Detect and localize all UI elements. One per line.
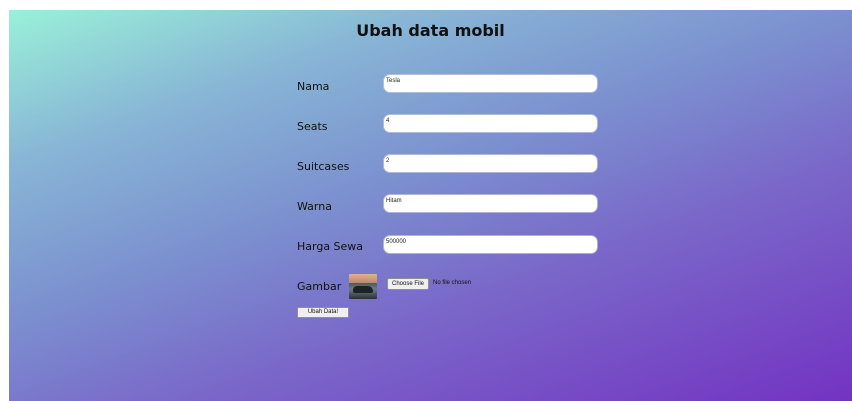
label-nama: Nama — [297, 80, 330, 93]
submit-button[interactable]: Ubah Data! — [297, 307, 349, 318]
car-image-thumbnail — [349, 274, 377, 299]
car-shape — [353, 286, 373, 293]
choose-file-button[interactable]: Choose File — [387, 278, 430, 290]
file-status-text: No file chosen — [433, 280, 472, 286]
label-suitcases: Suitcases — [297, 160, 350, 173]
suitcases-input[interactable]: 2 — [384, 155, 597, 172]
label-seats: Seats — [297, 120, 328, 133]
label-warna: Warna — [297, 200, 332, 213]
warna-input[interactable]: Hitam — [384, 195, 597, 212]
nama-input[interactable]: Tesla — [384, 75, 597, 92]
label-gambar: Gambar — [297, 280, 342, 293]
page-title: Ubah data mobil — [356, 21, 505, 40]
form-panel: Ubah data mobil Nama Tesla Seats 4 Suitc… — [9, 10, 852, 401]
harga-sewa-input[interactable]: 500000 — [384, 236, 597, 253]
label-harga-sewa: Harga Sewa — [297, 240, 364, 253]
seats-input[interactable]: 4 — [384, 115, 597, 132]
